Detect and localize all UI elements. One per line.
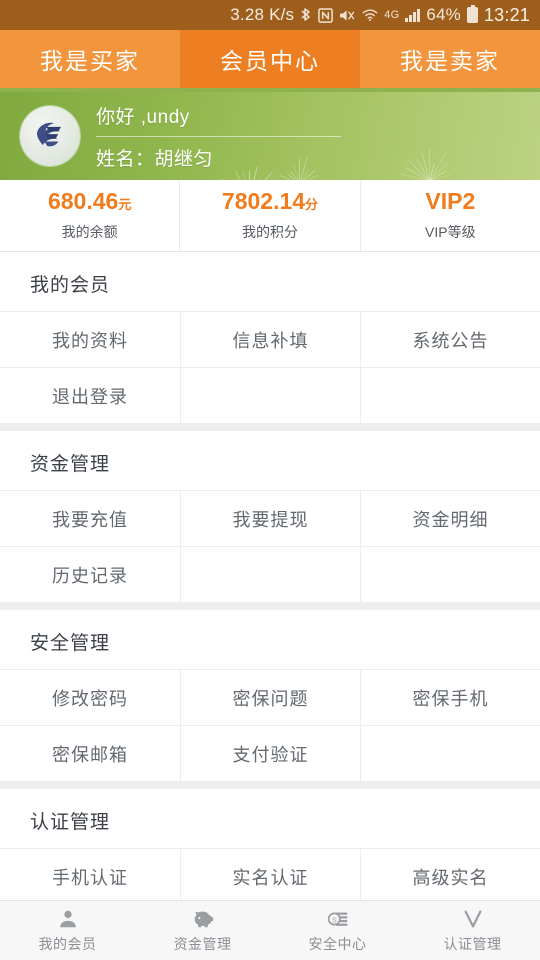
menu-item-placeholder: [180, 367, 360, 423]
nfc-icon: [318, 8, 333, 23]
menu-item[interactable]: 信息补填: [180, 311, 360, 367]
brand-logo-icon: [28, 114, 72, 158]
stat-vip[interactable]: VIP2 VIP等级: [360, 180, 540, 251]
menu-item[interactable]: 高级实名: [360, 848, 540, 904]
clock: 13:21: [484, 5, 530, 26]
person-icon: [57, 907, 79, 931]
stat-points-value: 7802.14: [222, 188, 305, 214]
top-tab-bar: 我是买家 会员中心 我是卖家: [0, 30, 540, 88]
nav-my-member[interactable]: 我的会员: [0, 901, 135, 960]
menu-grid: 我的资料 信息补填 系统公告退出登录: [0, 311, 540, 423]
menu-grid: 我要充值 我要提现 资金明细历史记录: [0, 490, 540, 602]
nav-certification-management[interactable]: 认证管理: [405, 901, 540, 960]
wifi-icon: [362, 8, 378, 22]
nav-certification-management-label: 认证管理: [444, 934, 502, 954]
signal-icon: [405, 9, 420, 22]
status-bar: 3.28 K/s 4G 64% 13:21: [0, 0, 540, 30]
section-title: 资金管理: [0, 431, 540, 490]
menu-item[interactable]: 密保手机: [360, 669, 540, 725]
nav-security-center[interactable]: S 安全中心: [270, 901, 405, 960]
menu-item[interactable]: 我的资料: [0, 311, 180, 367]
app-root: 3.28 K/s 4G 64% 13:21 我是买家 会员中心 我是卖家 你好 …: [0, 0, 540, 960]
tab-member-center[interactable]: 会员中心: [180, 30, 360, 88]
section-title: 认证管理: [0, 789, 540, 848]
network-speed: 3.28 K/s: [230, 5, 294, 25]
avatar[interactable]: [20, 106, 80, 166]
menu-item[interactable]: 手机认证: [0, 848, 180, 904]
stat-balance-label: 我的余额: [62, 222, 118, 242]
stat-balance-unit: 元: [118, 197, 131, 212]
piggy-bank-icon: [191, 907, 215, 931]
coin-cash-icon: S: [326, 907, 350, 931]
menu-item[interactable]: 密保邮箱: [0, 725, 180, 781]
nav-fund-management-label: 资金管理: [174, 934, 232, 954]
profile-text: 你好 ,undy 姓名：胡继匀: [96, 102, 341, 171]
mute-icon: [339, 8, 356, 23]
section-title: 我的会员: [0, 252, 540, 311]
menu-section: 安全管理 修改密码 密保问题 密保手机密保邮箱 支付验证: [0, 610, 540, 781]
stat-balance[interactable]: 680.46元 我的余额: [0, 180, 179, 251]
section-title: 安全管理: [0, 610, 540, 669]
menu-grid: 修改密码 密保问题 密保手机密保邮箱 支付验证: [0, 669, 540, 781]
tab-seller[interactable]: 我是卖家: [360, 30, 540, 88]
menu-item-placeholder: [360, 367, 540, 423]
network-type-label: 4G: [384, 10, 399, 21]
menu-item-placeholder: [360, 546, 540, 602]
stat-points-label: 我的积分: [242, 222, 298, 242]
menu-item[interactable]: 我要充值: [0, 490, 180, 546]
greeting-text: 你好 ,undy: [96, 102, 341, 136]
stat-vip-label: VIP等级: [425, 222, 476, 242]
menu-sections: 我的会员 我的资料 信息补填 系统公告 退出登录 资金管理 我要充值 我要提现 资金明细 历史记录…: [0, 252, 540, 960]
v-check-icon: [462, 907, 484, 931]
menu-item[interactable]: 修改密码: [0, 669, 180, 725]
menu-item[interactable]: 支付验证: [180, 725, 360, 781]
menu-item[interactable]: 历史记录: [0, 546, 180, 602]
menu-item[interactable]: 实名认证: [180, 848, 360, 904]
menu-item-placeholder: [360, 725, 540, 781]
stat-vip-value: VIP2: [425, 188, 475, 214]
nav-fund-management[interactable]: 资金管理: [135, 901, 270, 960]
tab-buyer[interactable]: 我是买家: [0, 30, 180, 88]
nav-security-center-label: 安全中心: [309, 934, 367, 954]
menu-item[interactable]: 密保问题: [180, 669, 360, 725]
bottom-navigation: 我的会员 资金管理 S 安全中心 认证管理: [0, 900, 540, 960]
menu-item[interactable]: 退出登录: [0, 367, 180, 423]
bluetooth-icon: [300, 7, 312, 24]
svg-text:S: S: [331, 915, 336, 924]
menu-item-placeholder: [180, 546, 360, 602]
menu-item[interactable]: 资金明细: [360, 490, 540, 546]
user-name-text: 姓名：胡继匀: [96, 136, 341, 171]
stats-row: 680.46元 我的余额 7802.14分 我的积分 VIP2 VIP等级: [0, 180, 540, 252]
battery-icon: [467, 7, 478, 23]
battery-percent: 64%: [426, 5, 461, 25]
profile-header: 你好 ,undy 姓名：胡继匀: [0, 92, 540, 180]
menu-item[interactable]: 系统公告: [360, 311, 540, 367]
stat-balance-value: 680.46: [48, 188, 118, 214]
nav-my-member-label: 我的会员: [39, 934, 97, 954]
menu-item[interactable]: 我要提现: [180, 490, 360, 546]
menu-section: 我的会员 我的资料 信息补填 系统公告退出登录: [0, 252, 540, 423]
menu-section: 资金管理 我要充值 我要提现 资金明细历史记录: [0, 431, 540, 602]
stat-points[interactable]: 7802.14分 我的积分: [179, 180, 359, 251]
stat-points-unit: 分: [305, 197, 318, 212]
